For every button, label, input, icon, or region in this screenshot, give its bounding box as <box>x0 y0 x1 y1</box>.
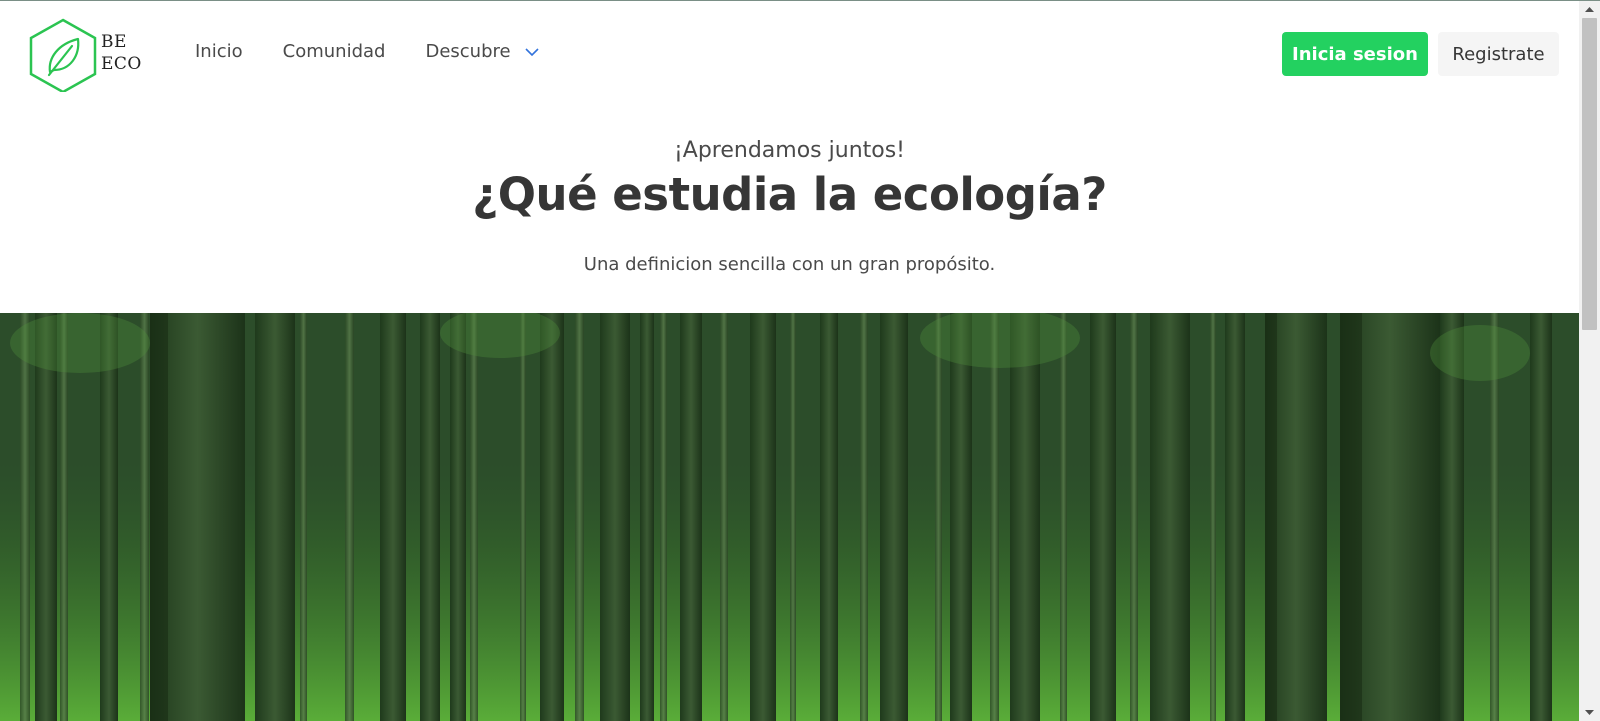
forest-hero-image <box>0 313 1579 721</box>
nav-item-inicio[interactable]: Inicio <box>195 41 243 62</box>
nav-item-comunidad[interactable]: Comunidad <box>283 41 386 62</box>
vertical-scrollbar[interactable] <box>1579 1 1600 721</box>
nav-dropdown-label: Descubre <box>425 41 511 62</box>
brand-line-2: ECO <box>101 54 142 74</box>
nav-links: Inicio Comunidad Descubre <box>195 41 539 62</box>
navbar: BE ECO Inicio Comunidad Descubre Inicia … <box>0 1 1579 109</box>
brand-line-1: BE <box>101 32 127 52</box>
brand-wordmark: BE ECO <box>101 31 142 75</box>
register-button[interactable]: Registrate <box>1438 32 1559 76</box>
hero-section: ¡Aprendamos juntos! ¿Qué estudia la ecol… <box>0 109 1579 314</box>
page-title: ¿Qué estudia la ecología? <box>472 168 1107 221</box>
hexagon-leaf-icon <box>29 18 97 92</box>
hero-kicker: ¡Aprendamos juntos! <box>673 138 906 163</box>
nav-dropdown-descubre[interactable]: Descubre <box>425 41 539 62</box>
scrollbar-thumb[interactable] <box>1582 18 1597 330</box>
brand-logo[interactable]: BE ECO <box>28 17 148 93</box>
hero-description: Una definicion sencilla con un gran prop… <box>583 254 996 275</box>
page-viewport: BE ECO Inicio Comunidad Descubre Inicia … <box>0 1 1579 721</box>
scroll-up-arrow-icon[interactable] <box>1579 1 1600 18</box>
chevron-down-icon <box>525 41 539 62</box>
login-button[interactable]: Inicia sesion <box>1282 32 1428 76</box>
scroll-down-arrow-icon[interactable] <box>1579 704 1600 721</box>
forest-illustration <box>0 313 1579 721</box>
